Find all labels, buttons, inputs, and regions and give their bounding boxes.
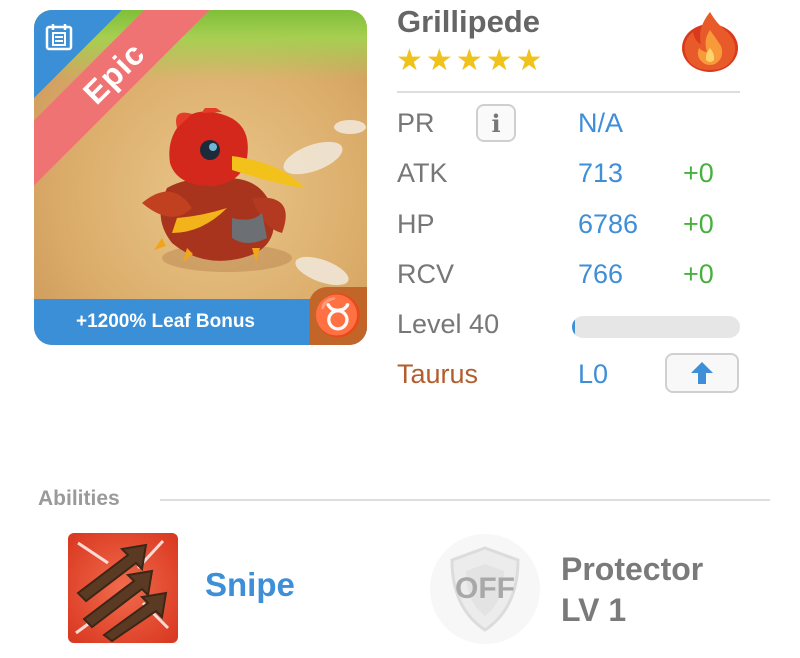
star-icon: ★ [396, 44, 423, 77]
leaf-bonus-text: +1200% Leaf Bonus [76, 311, 255, 332]
abilities-heading: Abilities [38, 487, 120, 510]
xp-progress-bar [572, 316, 740, 338]
hp-value: 6786 [578, 209, 639, 239]
info-icon: i [491, 108, 501, 138]
star-rating: ★ ★ ★ ★ ★ [396, 46, 543, 76]
zodiac-upgrade-button[interactable] [665, 353, 739, 393]
calendar-icon[interactable] [44, 22, 74, 52]
monster-card[interactable]: Epic +1200% Leaf Bonus ♉ [34, 10, 367, 345]
rcv-bonus: +0 [683, 259, 714, 289]
taurus-icon: ♉ [313, 294, 363, 338]
arrow-up-icon [691, 362, 713, 384]
star-icon: ★ [485, 44, 513, 77]
ability-protector-level: LV 1 [561, 592, 627, 628]
xp-progress-fill [572, 316, 576, 338]
pr-label: PR [397, 108, 435, 138]
off-label: OFF [455, 572, 515, 605]
level-label: Level 40 [397, 309, 500, 339]
ability-protector-name: Protector [561, 551, 704, 587]
rcv-value: 766 [578, 259, 624, 289]
info-button[interactable]: i [476, 104, 516, 142]
snipe-arrows-icon[interactable] [68, 533, 178, 643]
hp-bonus: +0 [683, 209, 714, 239]
rcv-label: RCV [397, 259, 455, 289]
ability-protector-off-badge[interactable]: OFF [430, 534, 540, 644]
ability-snipe-label[interactable]: Snipe [205, 566, 295, 604]
star-icon: ★ [425, 44, 453, 77]
zodiac-label: Taurus [397, 359, 479, 389]
atk-label: ATK [397, 158, 448, 188]
atk-value: 713 [578, 158, 624, 188]
hp-label: HP [397, 209, 435, 239]
abilities-divider [160, 499, 770, 501]
taurus-badge: ♉ [309, 287, 367, 345]
atk-bonus: +0 [683, 158, 714, 188]
monster-name: Grillipede [397, 4, 540, 39]
fire-icon [682, 12, 738, 72]
pr-value: N/A [578, 108, 624, 138]
zodiac-level-value: L0 [578, 359, 609, 389]
star-icon: ★ [515, 44, 543, 77]
header-divider [397, 91, 740, 93]
creature-image [142, 108, 304, 272]
star-icon: ★ [455, 44, 483, 77]
